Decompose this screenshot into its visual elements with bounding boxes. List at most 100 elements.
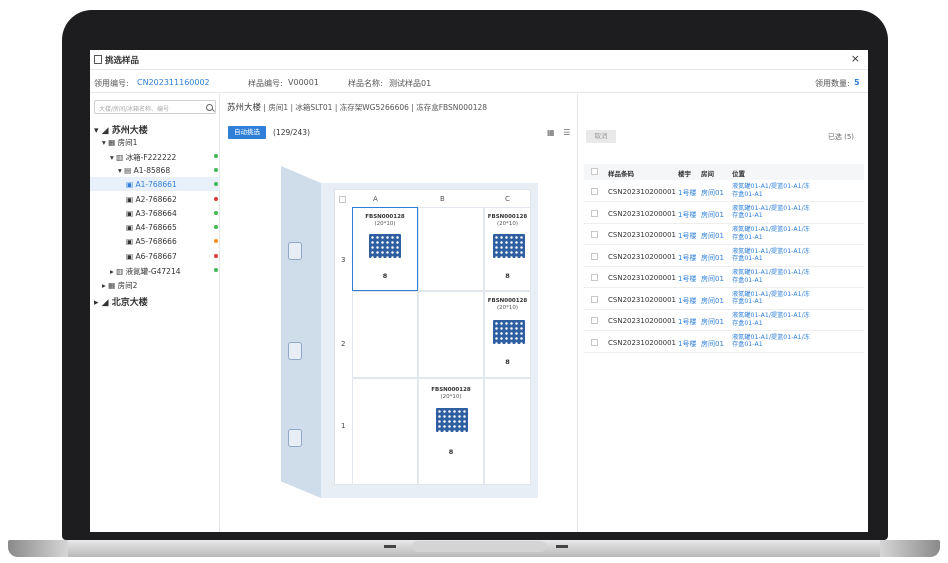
table-row[interactable]: CSN202310200001 1号楼 房间01 液氮罐01-A1/提篮01-A1/冻…: [584, 224, 864, 245]
rack-slot-c1[interactable]: [484, 378, 531, 485]
tree-item-label: ▣ A3-768664: [126, 208, 177, 218]
document-icon: [94, 55, 102, 64]
breadcrumb-room[interactable]: 房间1: [268, 103, 288, 112]
tree-item-label: ▸ ▦ 房间2: [102, 281, 138, 291]
rack-slot-b3[interactable]: [418, 207, 484, 291]
freezer-box-icon: [436, 408, 468, 432]
tree-item[interactable]: ▣ A1-768661: [90, 177, 220, 192]
status-dot: [214, 210, 218, 215]
table-row[interactable]: CSN202310200001 1号楼 房间01 液氮罐01-A1/提篮01-A1/冻…: [584, 181, 864, 202]
select-all-checkbox[interactable]: [339, 196, 346, 203]
laptop-base-edge-left: [8, 540, 68, 557]
box-name: FBSN000128: [487, 214, 528, 220]
row-building: 1号楼: [678, 253, 697, 262]
rack-side-panel: [281, 166, 321, 498]
row-checkbox[interactable]: [591, 231, 598, 238]
row-barcode: CSN202310200001: [608, 231, 677, 239]
table-header: 样品条码 楼宇 房间 位置: [584, 164, 864, 180]
status-dot: [214, 239, 218, 244]
tree-item[interactable]: ▾ ▦ 房间1: [90, 134, 220, 148]
status-dot: [214, 153, 218, 158]
drawer-handle[interactable]: [288, 342, 302, 360]
row-room: 房间01: [701, 275, 724, 283]
view-toggle-icons[interactable]: ▦ ☰: [547, 128, 573, 137]
tree-item[interactable]: ▸ ▥ 液氮罐-G47214: [90, 263, 220, 277]
row-building: 1号楼: [678, 275, 697, 283]
breadcrumb-building[interactable]: 苏州大楼: [227, 103, 261, 113]
row-checkbox[interactable]: [591, 295, 598, 303]
tree-item[interactable]: ▣ A3-768664: [90, 206, 220, 220]
header-location: 位置: [732, 170, 745, 178]
row-checkbox[interactable]: [591, 338, 598, 346]
rack-slot-c3[interactable]: FBSN000128 (20*10) 8: [484, 207, 531, 291]
breadcrumb-fridge[interactable]: 冰箱SLT01: [295, 103, 332, 112]
rack-slot-a2[interactable]: [352, 291, 418, 378]
status-dot: [214, 182, 218, 187]
tree-item-label: ▣ A5-768666: [126, 237, 177, 247]
table-row[interactable]: CSN202310200001 1号楼 房间01 液氮罐01-A1/提篮01-A1/冻…: [584, 310, 864, 331]
header-room: 房间: [701, 170, 714, 178]
box-name: FBSN000128: [365, 214, 405, 220]
tree-item[interactable]: ▾ ◢ 苏州大楼: [90, 120, 220, 136]
qty-label: 领用数量:: [815, 79, 850, 88]
laptop-notch: [412, 541, 546, 552]
status-dot: [214, 167, 218, 172]
rack-slot-a1[interactable]: [352, 378, 418, 485]
sample-name-label: 样品名称:: [348, 79, 383, 88]
tree-item[interactable]: ▸ ◢ 北京大楼: [90, 292, 220, 308]
tree-item[interactable]: ▣ A4-768665: [90, 220, 220, 234]
tree-item[interactable]: ▣ A5-768666: [90, 234, 220, 248]
rack-slot-b1[interactable]: FBSN000128 (20*10) 8: [418, 378, 484, 485]
cancel-button[interactable]: 取消: [586, 130, 616, 143]
row-building: 1号楼: [678, 232, 697, 240]
row-barcode: CSN202310200001: [608, 252, 677, 261]
tree-item[interactable]: ▣ A6-768667: [90, 249, 220, 263]
row-checkbox[interactable]: [591, 188, 598, 195]
sample-name-value: 测试样品01: [389, 79, 432, 88]
table-row[interactable]: CSN202310200001 1号楼 房间01 液氮罐01-A1/提篮01-A1/冻…: [584, 246, 864, 267]
auto-select-button[interactable]: 自动挑选: [228, 126, 266, 139]
tree-item[interactable]: ▾ ▤ A1-85868: [90, 163, 220, 177]
row-room: 房间01: [701, 296, 724, 305]
table-row[interactable]: CSN202310200001 1号楼 房间01 液氮罐01-A1/提篮01-A1/冻…: [584, 203, 864, 224]
tree-item[interactable]: ▾ ▥ 冰箱-F222222: [90, 149, 220, 163]
rack-slot-c2[interactable]: FBSN000128 (20*10) 8: [484, 291, 531, 378]
row-barcode: CSN202310200001: [608, 338, 677, 347]
breadcrumb-box[interactable]: 冻存盒FBSN000128: [416, 103, 487, 112]
tree-item-label: ▾ ▦ 房间1: [102, 138, 138, 148]
search-icon[interactable]: [206, 104, 213, 111]
close-icon[interactable]: ×: [851, 52, 860, 65]
row-location: 液氮罐01-A1/提篮01-A1/冻存盒01-A1: [732, 183, 810, 198]
row-barcode: CSN202310200001: [608, 274, 677, 282]
rack-slot-a3[interactable]: FBSN000128 (20*10) 8: [352, 207, 418, 291]
table-row[interactable]: CSN202310200001 1号楼 房间01 液氮罐01-A1/提篮01-A1/冻…: [584, 267, 864, 288]
row-barcode: CSN202310200001: [608, 209, 677, 218]
stage: 挑选样品 × 领用编号: CN202311160002 样品编号: V00001…: [0, 0, 948, 563]
row-checkbox[interactable]: [591, 317, 598, 324]
row-location: 液氮罐01-A1/提篮01-A1/冻存盒01-A1: [732, 247, 810, 263]
tree-item[interactable]: ▸ ▦ 房间2: [90, 277, 220, 291]
freezer-box-icon: [493, 234, 525, 258]
status-dot: [214, 225, 218, 230]
rack-slot-b2[interactable]: [418, 291, 484, 378]
rack-panel: 苏州大楼 | 房间1 | 冰箱SLT01 | 冻存架WG5266606 | 冻存…: [221, 94, 578, 532]
header-checkbox[interactable]: [591, 168, 598, 175]
row-checkbox[interactable]: [591, 209, 598, 217]
table-row[interactable]: CSN202310200001 1号楼 房间01 液氮罐01-A1/提篮01-A1/冻…: [584, 332, 864, 353]
row-checkbox[interactable]: [591, 274, 598, 281]
breadcrumb-rack[interactable]: 冻存架WG5266606: [340, 103, 409, 112]
row-location: 液氮罐01-A1/提篮01-A1/冻存盒01-A1: [732, 312, 810, 327]
table-row[interactable]: CSN202310200001 1号楼 房间01 液氮罐01-A1/提篮01-A1/冻…: [584, 289, 864, 310]
row-checkbox[interactable]: [591, 252, 598, 260]
drawer-handle[interactable]: [288, 242, 302, 260]
search-input[interactable]: 大楼/房间/冰箱名称、编号: [94, 100, 216, 114]
row-label-1: 1: [341, 422, 346, 430]
drawer-handle[interactable]: [288, 429, 302, 447]
order-value: CN202311160002: [137, 78, 210, 87]
box-count: 8: [448, 448, 454, 456]
modal-titlebar: 挑选样品 ×: [90, 50, 868, 70]
row-location: 液氮罐01-A1/提篮01-A1/冻存盒01-A1: [732, 333, 810, 349]
tree-item[interactable]: ▣ A2-768662: [90, 192, 220, 206]
row-building: 1号楼: [678, 339, 697, 348]
row-barcode: CSN202310200001: [608, 295, 677, 304]
